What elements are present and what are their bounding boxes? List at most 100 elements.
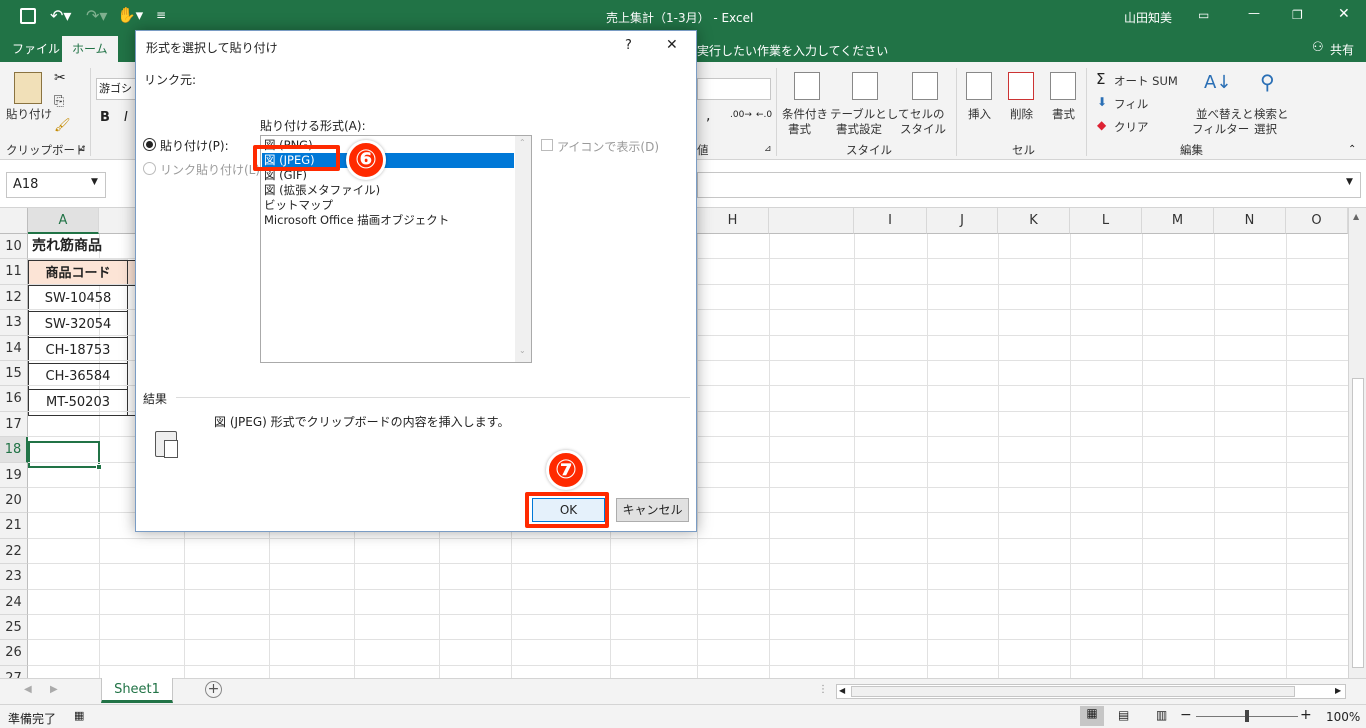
tell-me-input[interactable]: 実行したい作業を入力してください [697,42,888,59]
font-name-box[interactable]: 游ゴシッ [96,78,136,100]
column-header-h[interactable]: H [697,208,769,234]
page-break-icon[interactable]: ▥ [1156,708,1167,722]
clipboard-launcher-icon[interactable]: ⊿ [78,144,86,154]
sort-filter-label[interactable]: 並べ替えと [1196,106,1254,122]
row-header-15[interactable]: 15 [0,361,28,387]
link-paste-radio-label[interactable]: リンク貼り付け(L): [160,161,264,178]
row-header-25[interactable]: 25 [0,615,28,641]
formula-input[interactable]: ▼ [697,172,1361,198]
scroll-thumb[interactable] [1352,378,1364,668]
column-header-o[interactable]: O [1286,208,1348,234]
normal-view-icon[interactable]: ▦ [1080,706,1104,726]
column-header-j[interactable]: J [927,208,998,234]
row-header-17[interactable]: 17 [0,411,28,438]
tab-split-icon[interactable]: ⋮ [818,684,828,695]
zoom-slider-thumb[interactable] [1245,710,1249,722]
format-cells-label[interactable]: 書式 [1052,106,1075,122]
row-header-18[interactable]: 18 [0,437,28,463]
vertical-scrollbar[interactable]: ▲ [1348,208,1366,678]
horizontal-scrollbar[interactable]: ◀ ▶ [836,684,1346,699]
format-as-table-label2[interactable]: 書式設定 [836,121,882,137]
dialog-close-button[interactable]: ✕ [666,37,678,53]
cut-icon[interactable]: ✂ [54,70,66,86]
tab-file[interactable]: ファイル [2,36,70,62]
column-header-l[interactable]: L [1070,208,1142,234]
conditional-format-label[interactable]: 条件付き [782,106,828,122]
zoom-out-icon[interactable]: − [1180,707,1192,723]
autosum-icon[interactable]: Σ [1096,70,1105,88]
comma-icon[interactable]: , [706,108,710,124]
row-header-16[interactable]: 16 [0,386,28,412]
row-header-22[interactable]: 22 [0,538,28,565]
row-header-23[interactable]: 23 [0,564,28,590]
column-header-i[interactable]: I [854,208,927,234]
hscroll-thumb[interactable] [851,686,1295,697]
chevron-down-icon[interactable]: ▼ [91,177,98,187]
macro-record-icon[interactable]: ▦ [74,709,84,722]
redo-icon[interactable]: ↷▾ [86,6,107,25]
row-header-20[interactable]: 20 [0,488,28,514]
user-name[interactable]: 山田知美 [1124,9,1172,26]
select-all-corner[interactable] [0,208,28,234]
conditional-format-label2[interactable]: 書式 [788,121,811,137]
next-sheet-icon[interactable]: ▶ [50,684,58,695]
collapse-ribbon-icon[interactable]: ⌃ [1348,144,1356,155]
customize-qat-icon[interactable]: ≡ [156,8,166,22]
expand-formula-icon[interactable]: ▼ [1346,177,1353,187]
scroll-down-icon[interactable]: ⌄ [519,346,526,355]
scroll-up-icon[interactable]: ⌃ [519,138,526,147]
clear-icon[interactable]: ◆ [1097,118,1106,132]
column-header-n[interactable]: N [1214,208,1286,234]
row-header-12[interactable]: 12 [0,284,28,311]
dialog-help-button[interactable]: ? [625,38,632,53]
window-close-icon[interactable]: ✕ [1338,6,1350,22]
ribbon-display-icon[interactable]: ▭ [1198,8,1209,22]
fill-label[interactable]: フィル [1114,96,1148,112]
sort-filter-label2[interactable]: フィルター [1192,121,1249,137]
row-header-26[interactable]: 26 [0,640,28,666]
touch-mode-icon[interactable]: ✋▾ [117,6,143,24]
zoom-in-icon[interactable]: + [1300,707,1312,723]
column-header-m[interactable]: M [1142,208,1214,234]
bold-button[interactable]: B [100,110,110,125]
save-icon[interactable] [20,8,36,24]
insert-cells-label[interactable]: 挿入 [968,106,991,122]
find-select-icon[interactable]: ⚲ [1260,70,1275,94]
column-header-k[interactable]: K [998,208,1070,234]
insert-cells-icon[interactable] [966,72,992,100]
tab-home[interactable]: ホーム [62,36,118,62]
row-header-14[interactable]: 14 [0,335,28,361]
cell-styles-label[interactable]: セルの [910,106,945,122]
list-item[interactable]: 図 (拡張メタファイル) [264,183,380,198]
autosum-label[interactable]: オート SUM [1114,73,1178,89]
delete-cells-label[interactable]: 削除 [1010,106,1033,122]
paste-label[interactable]: 貼り付け [6,106,52,122]
row-header-24[interactable]: 24 [0,589,28,615]
list-item[interactable]: Microsoft Office 描画オブジェクト [264,213,449,228]
paste-icon[interactable] [14,72,42,104]
undo-icon[interactable]: ↶▾ [50,6,71,25]
italic-button[interactable]: I [124,110,128,125]
fill-handle[interactable] [96,464,102,470]
clear-label[interactable]: クリア [1114,119,1149,135]
list-item[interactable]: ビットマップ [264,198,333,213]
row-header-10[interactable]: 10 [0,234,28,260]
conditional-format-icon[interactable] [794,72,820,100]
fill-icon[interactable]: ⬇ [1097,95,1107,109]
cell-a10[interactable]: 売れ筋商品 [28,234,128,260]
display-as-icon-label[interactable]: アイコンで表示(D) [557,138,659,155]
active-cell-a18[interactable] [28,441,100,468]
row-header-27[interactable]: 27 [0,665,28,678]
copy-icon[interactable]: ⎘ [54,94,64,109]
cell-a16[interactable]: MT-50203 [28,390,128,416]
page-layout-icon[interactable]: ▤ [1118,708,1129,722]
format-painter-icon[interactable]: 🖌 [54,118,71,133]
format-cells-icon[interactable] [1050,72,1076,100]
number-launcher-icon[interactable]: ⊿ [764,144,772,154]
paste-radio-label[interactable]: 貼り付け(P): [160,137,229,154]
add-sheet-icon[interactable]: + [205,681,222,698]
name-box[interactable]: A18 ▼ [6,172,106,198]
row-header-13[interactable]: 13 [0,310,28,336]
cell-a12[interactable]: SW-10458 [28,286,128,312]
cancel-button[interactable]: キャンセル [616,498,689,522]
